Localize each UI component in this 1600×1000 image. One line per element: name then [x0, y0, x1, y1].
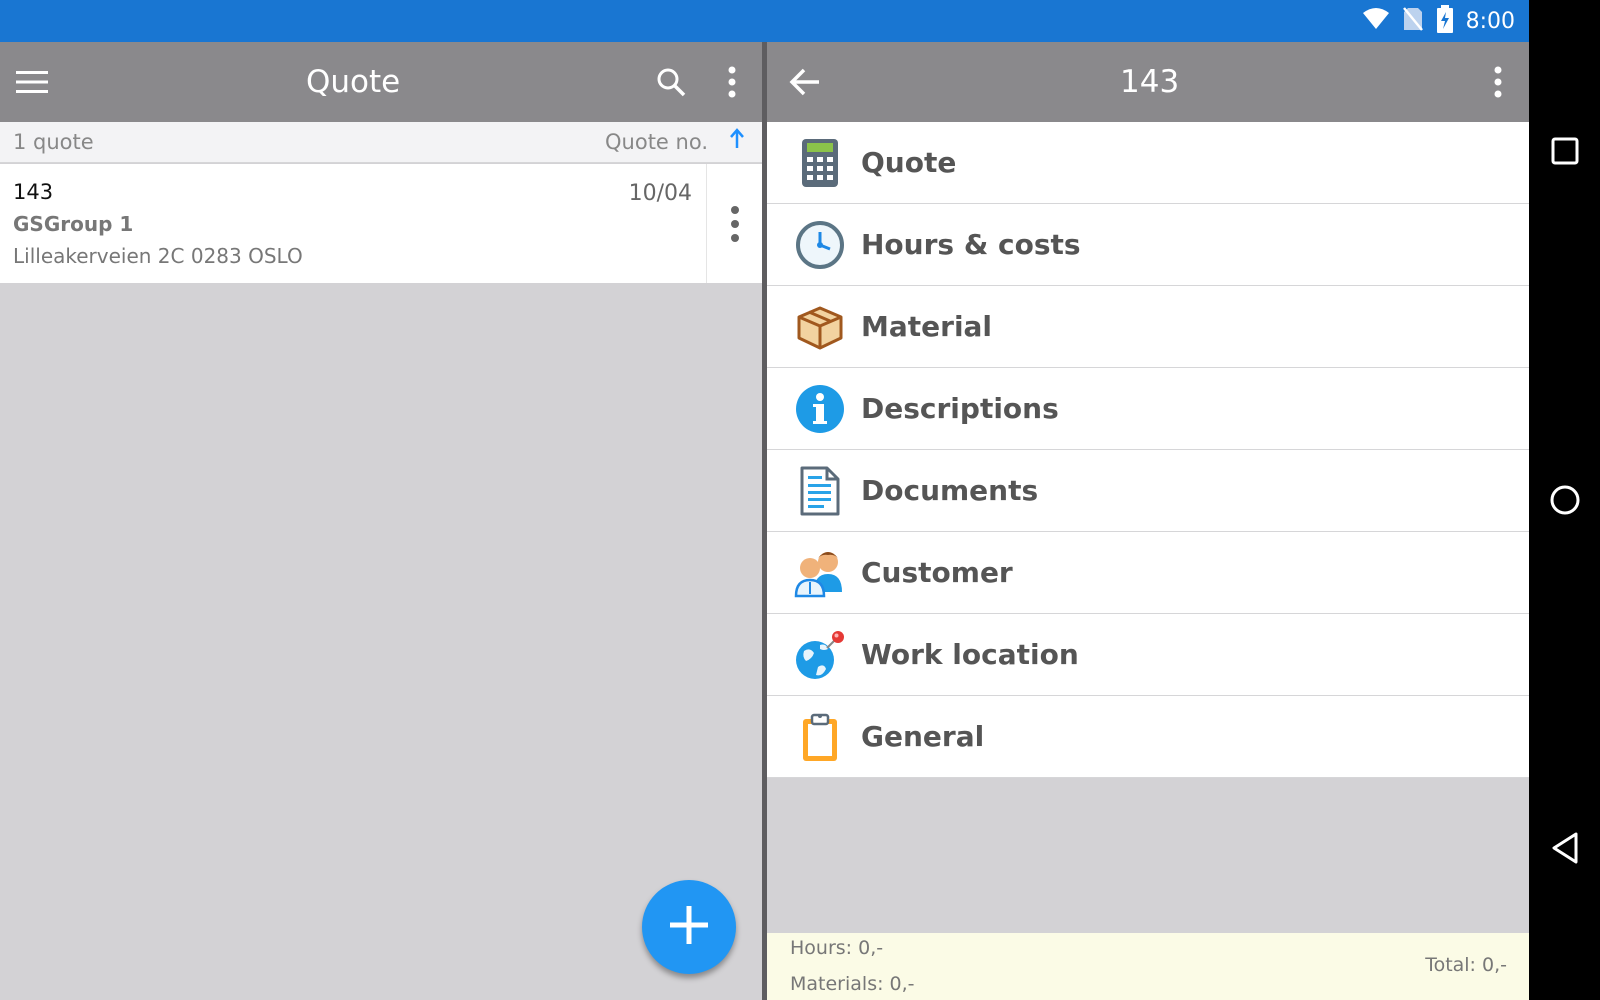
calculator-icon [793, 136, 847, 190]
menu-item-label: Work location [861, 638, 1079, 671]
menu-item-general[interactable]: General [767, 696, 1529, 778]
detail-menu: Quote Hours & costs Material Description… [767, 122, 1529, 778]
more-vert-icon[interactable] [708, 58, 756, 106]
menu-item-label: Documents [861, 474, 1039, 507]
add-icon [668, 904, 710, 950]
menu-item-quote[interactable]: Quote [767, 122, 1529, 204]
system-nav-bar [1529, 0, 1600, 1000]
materials-total: Materials: 0,- [790, 973, 915, 995]
menu-item-label: Descriptions [861, 392, 1059, 425]
quote-list-pane: Quote 1 quote Quote no. 143 10/04 GSGrou… [0, 42, 762, 1000]
hamburger-menu-icon[interactable] [8, 58, 56, 106]
list-item[interactable]: 143 10/04 GSGroup 1 Lilleakerveien 2C 02… [0, 164, 762, 283]
list-header: 1 quote Quote no. [0, 122, 762, 163]
menu-item-label: General [861, 720, 985, 753]
hours-total: Hours: 0,- [790, 937, 884, 959]
search-icon[interactable] [647, 58, 695, 106]
menu-item-descriptions[interactable]: Descriptions [767, 368, 1529, 450]
document-icon [793, 464, 847, 518]
right-toolbar: 143 [767, 42, 1529, 122]
menu-item-label: Material [861, 310, 993, 343]
quote-address: Lilleakerveien 2C 0283 OSLO [13, 244, 303, 268]
item-more-vert-icon[interactable] [706, 164, 762, 283]
back-triangle-icon[interactable] [1547, 830, 1583, 866]
battery-charging-icon [1436, 5, 1454, 37]
more-vert-icon[interactable] [1474, 58, 1522, 106]
page-title: Quote [306, 64, 401, 100]
app-window: Quote 1 quote Quote no. 143 10/04 GSGrou… [0, 42, 1529, 1000]
info-icon [793, 382, 847, 436]
menu-item-label: Customer [861, 556, 1013, 589]
globe-pin-icon [793, 628, 847, 682]
left-toolbar: Quote [0, 42, 762, 122]
wifi-icon [1362, 7, 1390, 35]
customer-icon [793, 546, 847, 600]
menu-item-documents[interactable]: Documents [767, 450, 1529, 532]
sort-ascending-arrow-icon[interactable] [730, 128, 744, 156]
quote-customer: GSGroup 1 [13, 212, 134, 236]
grand-total: Total: 0,- [1425, 954, 1507, 976]
quote-count: 1 quote [13, 130, 94, 154]
menu-item-work-location[interactable]: Work location [767, 614, 1529, 696]
recents-square-icon[interactable] [1547, 133, 1583, 169]
menu-item-customer[interactable]: Customer [767, 532, 1529, 614]
home-circle-icon[interactable] [1547, 482, 1583, 518]
no-sim-icon [1402, 6, 1424, 36]
clock-icon [793, 218, 847, 272]
back-arrow-icon[interactable] [781, 58, 829, 106]
add-quote-button[interactable] [642, 880, 736, 974]
totals-footer: Hours: 0,- Materials: 0,- Total: 0,- [767, 933, 1529, 1000]
quote-detail-pane: 143 Quote Hours & costs Material Descrip… [767, 42, 1529, 1000]
menu-item-hours-costs[interactable]: Hours & costs [767, 204, 1529, 286]
clipboard-icon [793, 710, 847, 764]
clock-time: 8:00 [1465, 8, 1515, 34]
menu-item-label: Hours & costs [861, 228, 1081, 261]
status-bar: 8:00 [0, 0, 1529, 42]
menu-item-material[interactable]: Material [767, 286, 1529, 368]
box-icon [793, 300, 847, 354]
menu-item-label: Quote [861, 146, 957, 179]
quote-date: 10/04 [628, 181, 692, 206]
sort-label[interactable]: Quote no. [605, 130, 708, 154]
detail-title: 143 [1120, 64, 1180, 100]
quote-number: 143 [13, 180, 54, 204]
